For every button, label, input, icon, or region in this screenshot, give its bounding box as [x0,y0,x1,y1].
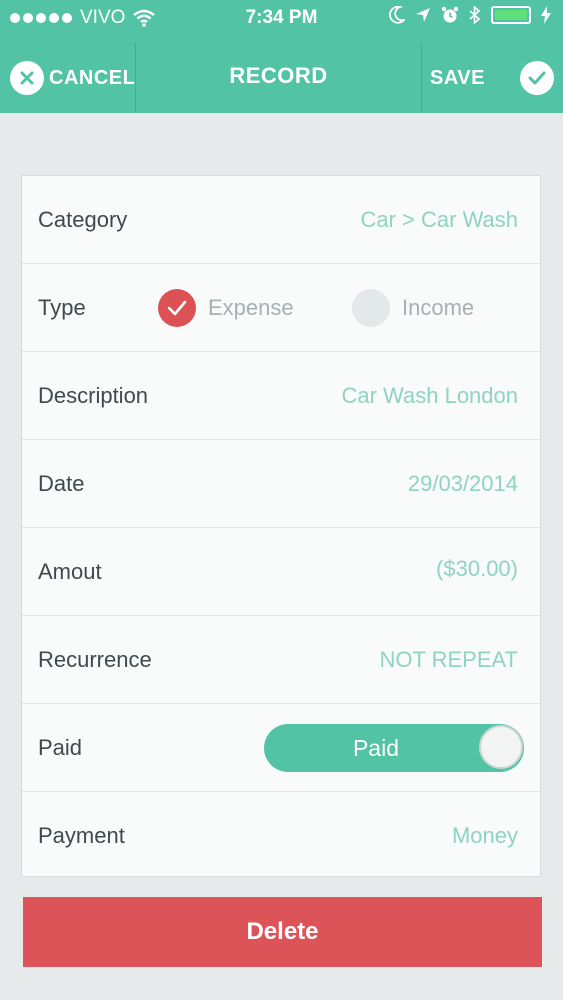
date-value: 29/03/2014 [407,471,518,496]
check-circle-icon [519,61,554,95]
amount-label: Amout [38,559,102,584]
record-form: Category Car > Car Wash Type Expense Inc… [21,175,541,877]
status-right [389,6,551,24]
date-row[interactable]: Date 29/03/2014 [22,440,540,528]
nav-bar: CANCEL RECORD SAVE [0,43,563,113]
payment-value: Money [451,823,518,848]
category-row[interactable]: Category Car > Car Wash [22,176,540,264]
description-row[interactable]: Description Car Wash London [22,352,540,440]
bluetooth-icon [469,6,481,24]
date-label: Date [38,471,85,496]
recurrence-row[interactable]: Recurrence NOT REPEAT [22,616,540,704]
recurrence-value: NOT REPEAT [379,647,518,672]
recurrence-label: Recurrence [38,647,152,672]
moon-icon [389,6,405,24]
type-label: Type [38,295,86,320]
category-value: Car > Car Wash [360,207,518,232]
location-arrow-icon [416,8,430,22]
radio-income[interactable]: Income [352,264,474,352]
header: VIVO 7:34 PM CANCEL RECORD SAVE [0,0,563,113]
payment-label: Payment [38,823,125,848]
paid-toggle-text: Paid [352,734,400,761]
paid-label: Paid [38,735,83,760]
checkmark-icon [158,289,196,327]
cancel-label: CANCEL [49,66,136,89]
nav-divider-right [421,43,422,113]
description-value: Car Wash London [341,383,518,408]
alarm-icon [441,6,459,23]
toggle-knob[interactable] [479,725,523,769]
page-title: RECORD [229,63,328,88]
description-label: Description [38,383,149,408]
charging-icon [541,6,551,24]
amount-row[interactable]: Amout ($30.00) [22,528,540,616]
battery-icon [491,6,531,24]
radio-empty-icon [352,289,390,327]
amount-value: ($30.00) [436,556,518,581]
status-bar: VIVO 7:34 PM [0,0,563,36]
payment-row[interactable]: Payment Money [22,792,540,880]
type-row: Type Expense Income [22,264,540,352]
battery-fill [495,10,527,20]
income-label: Income [402,295,475,320]
close-circle-icon [10,61,44,95]
category-label: Category [38,207,128,232]
delete-button[interactable]: Delete [23,897,542,967]
paid-row: Paid Paid [22,704,540,792]
radio-expense[interactable]: Expense [158,264,294,352]
expense-label: Expense [208,295,294,320]
save-label: SAVE [430,66,485,89]
paid-toggle[interactable]: Paid [264,724,524,772]
save-button[interactable]: SAVE [430,43,554,113]
cancel-button[interactable]: CANCEL [10,43,135,113]
